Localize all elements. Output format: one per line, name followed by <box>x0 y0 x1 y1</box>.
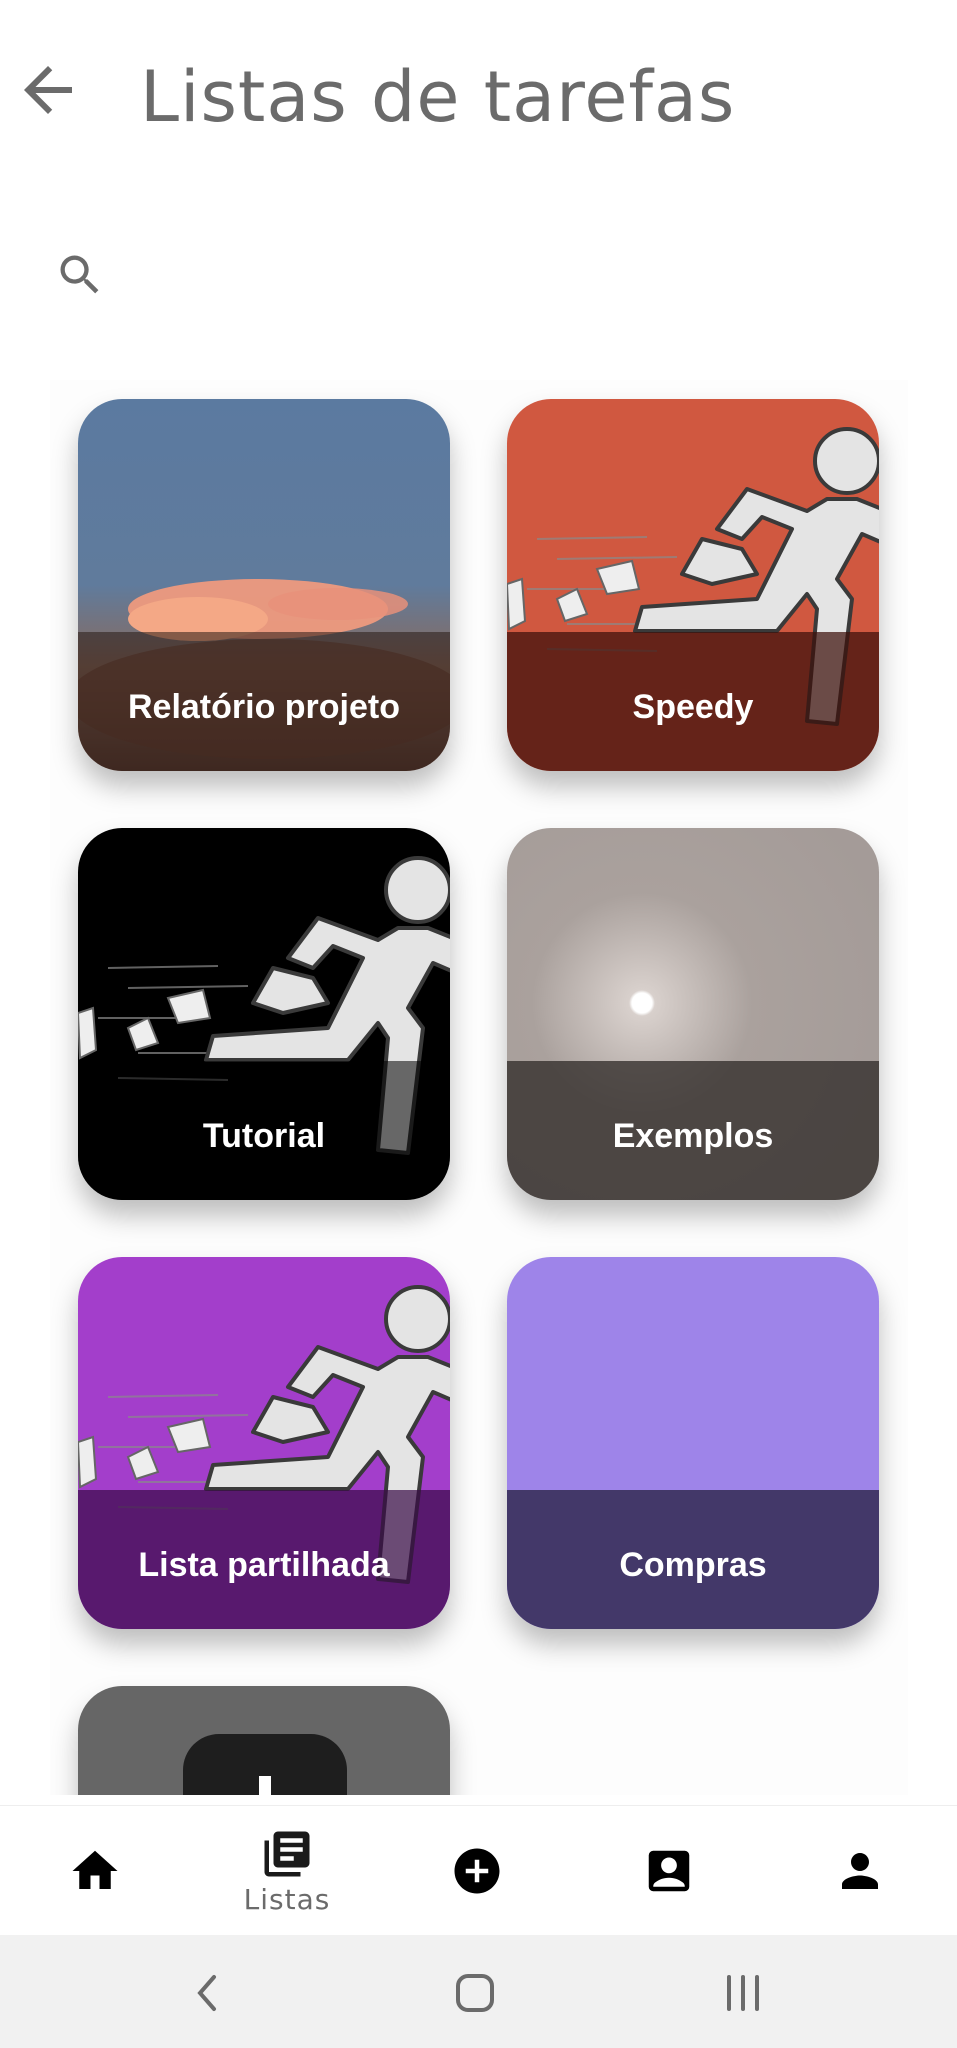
list-name: Speedy <box>632 688 754 726</box>
list-name: Relatório projeto <box>127 688 401 726</box>
list-card-lista-partilhada[interactable]: Lista partilhada <box>78 1257 450 1629</box>
system-recents-button[interactable] <box>698 1953 788 2033</box>
list-name: Lista partilhada <box>138 1546 390 1584</box>
list-card-speedy[interactable]: Speedy <box>507 399 879 771</box>
search-icon <box>60 255 99 294</box>
card-label-band: Exemplos <box>507 1061 879 1200</box>
list-card-relatorio-projeto[interactable]: Relatório projeto <box>78 399 450 771</box>
search-button[interactable] <box>50 245 110 305</box>
card-label-band: Lista partilhada <box>78 1490 450 1629</box>
recents-icon <box>727 1975 759 2011</box>
bottom-navigation: Listas <box>0 1805 957 1936</box>
list-name: Compras <box>619 1546 767 1584</box>
arrow-left-icon <box>24 66 72 114</box>
page-title: Listas de tarefas <box>140 56 736 138</box>
card-label-band: Relatório projeto <box>78 632 450 771</box>
back-button[interactable] <box>8 50 88 130</box>
list-card-add-new[interactable] <box>78 1686 450 1795</box>
back-icon <box>197 1975 216 2011</box>
add-circle-icon <box>454 1848 500 1894</box>
person-icon <box>842 1853 878 1889</box>
list-name: Exemplos <box>612 1117 774 1155</box>
app-header: Listas de tarefas <box>0 0 957 200</box>
nav-add[interactable] <box>412 1806 542 1936</box>
add-list-button[interactable] <box>183 1734 347 1795</box>
card-label-band: Speedy <box>507 632 879 771</box>
list-card-exemplos[interactable]: Exemplos <box>507 828 879 1200</box>
nav-label-lists: Listas <box>243 1882 331 1916</box>
card-label-band: Compras <box>507 1490 879 1629</box>
home-icon <box>456 1974 494 2012</box>
nav-contacts[interactable] <box>604 1806 734 1936</box>
contact-card-icon <box>648 1850 690 1892</box>
card-label-band: Tutorial <box>78 1061 450 1200</box>
task-lists-grid: Relatório projeto Speedy Tutorial Exempl… <box>50 380 908 1795</box>
nav-home[interactable] <box>30 1806 160 1936</box>
system-home-button[interactable] <box>430 1953 520 2033</box>
system-back-button[interactable] <box>163 1953 253 2033</box>
plus-icon <box>259 1776 271 1795</box>
nav-profile[interactable] <box>795 1806 925 1936</box>
lists-icon <box>264 1831 310 1876</box>
home-icon <box>72 1850 118 1889</box>
list-card-compras[interactable]: Compras <box>507 1257 879 1629</box>
list-name: Tutorial <box>202 1117 326 1155</box>
list-card-tutorial[interactable]: Tutorial <box>78 828 450 1200</box>
system-navigation-bar <box>0 1935 957 2048</box>
nav-lists[interactable]: Listas <box>222 1806 352 1936</box>
